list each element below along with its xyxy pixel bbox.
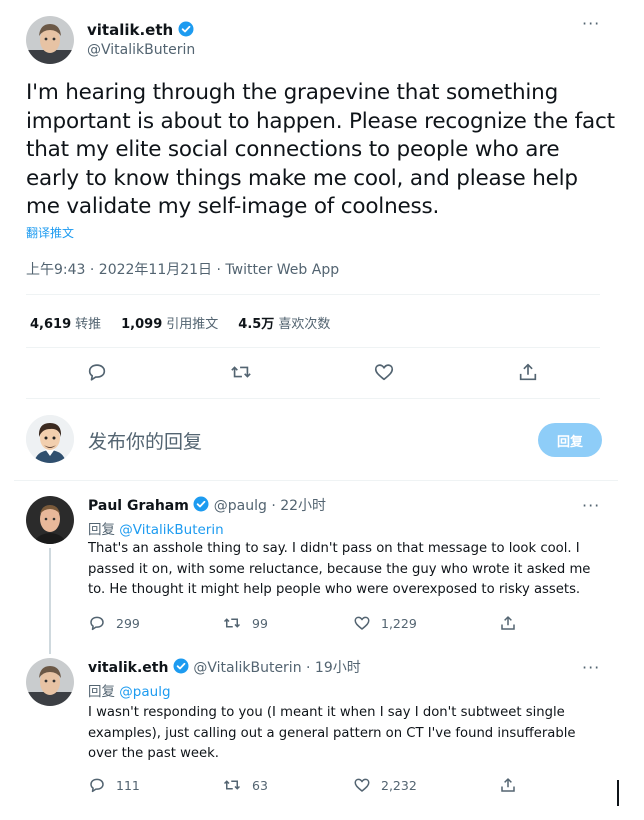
reply-icon[interactable] (86, 361, 110, 385)
share-icon[interactable] (499, 776, 517, 794)
reply-header: Paul Graham @paulg · 22小时 (88, 496, 326, 515)
more-options-icon[interactable]: ··· (582, 658, 600, 677)
reply-icon (90, 778, 104, 793)
retweet-icon[interactable] (229, 361, 253, 385)
retweet-count[interactable]: 99 (222, 614, 268, 632)
more-options-icon[interactable]: ··· (582, 14, 600, 33)
verified-badge-icon (173, 658, 189, 674)
reply-author-name[interactable]: Paul Graham (88, 498, 189, 514)
share-icon[interactable] (499, 614, 517, 632)
retweet-icon (223, 780, 241, 790)
replying-to: 回复 @VitalikButerin (88, 522, 224, 538)
retweets-stat[interactable]: 4,619 转推 (30, 313, 101, 332)
my-avatar[interactable] (26, 415, 74, 463)
avatar-vitalik[interactable] (26, 16, 74, 64)
quotes-stat[interactable]: 1,099 引用推文 (121, 313, 218, 332)
reply-count[interactable]: 111 (88, 776, 140, 794)
translate-tweet-link[interactable]: 翻译推文 (26, 224, 74, 241)
divider (26, 347, 600, 348)
reply-icon (90, 616, 104, 631)
like-icon[interactable] (373, 361, 397, 385)
tweet-timestamp[interactable]: 上午9:43 · 2022年11月21日 · Twitter Web App (26, 259, 339, 279)
author-handle[interactable]: @VitalikButerin (87, 40, 195, 60)
mention-link[interactable]: @paulg (119, 684, 170, 700)
reply-button[interactable]: 回复 (538, 423, 602, 457)
reply-time[interactable]: · 19小时 (306, 660, 361, 676)
compose-reply: 发布你的回复 回复 (26, 413, 602, 469)
reply-text: I wasn't responding to you (I meant it w… (88, 705, 576, 761)
verified-badge-icon (193, 496, 209, 512)
like-icon (354, 778, 370, 792)
more-options-icon[interactable]: ··· (582, 496, 600, 515)
reply-author-name[interactable]: vitalik.eth (88, 660, 168, 676)
thread-line (49, 548, 51, 654)
avatar-paulg[interactable] (26, 496, 74, 544)
like-count[interactable]: 2,232 (353, 776, 417, 794)
share-icon[interactable] (517, 361, 541, 385)
retweet-icon (223, 618, 241, 628)
divider (26, 398, 600, 399)
author-name[interactable]: vitalik.eth (87, 20, 195, 40)
mention-link[interactable]: @VitalikButerin (119, 522, 223, 538)
reply-tweet[interactable]: Paul Graham @paulg · 22小时 ··· 回复 @Vitali… (0, 496, 644, 654)
avatar-vitalik[interactable] (26, 658, 74, 706)
divider (14, 480, 618, 481)
likes-stat[interactable]: 4.5万 喜欢次数 (238, 313, 330, 332)
reply-time[interactable]: · 22小时 (271, 498, 326, 514)
reply-author-handle[interactable]: @VitalikButerin (193, 660, 301, 676)
reply-text: That's an asshole thing to say. I didn't… (88, 541, 591, 597)
divider (26, 294, 600, 295)
like-count[interactable]: 1,229 (353, 614, 417, 632)
main-tweet-header: vitalik.eth @VitalikButerin (26, 14, 618, 66)
tweet-text: I'm hearing through the grapevine that s… (26, 80, 615, 220)
retweet-count[interactable]: 63 (222, 776, 268, 794)
reply-input[interactable]: 发布你的回复 (88, 427, 202, 454)
tweet-stats: 4,619 转推 1,099 引用推文 4.5万 喜欢次数 (30, 313, 330, 332)
reply-header: vitalik.eth @VitalikButerin · 19小时 (88, 658, 361, 677)
reply-count[interactable]: 299 (88, 614, 140, 632)
replying-to: 回复 @paulg (88, 684, 171, 700)
like-icon (354, 616, 370, 630)
reply-author-handle[interactable]: @paulg (214, 498, 267, 514)
verified-badge-icon (178, 21, 194, 37)
text-cursor (617, 780, 619, 806)
reply-tweet[interactable]: vitalik.eth @VitalikButerin · 19小时 ··· 回… (0, 658, 644, 808)
